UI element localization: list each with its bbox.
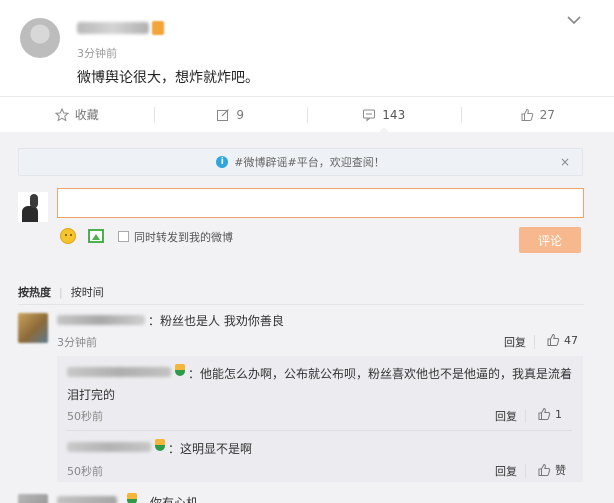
reply-like-count: 1	[555, 407, 562, 421]
reply-like-count: 赞	[555, 464, 566, 477]
reply-time: 50秒前	[67, 410, 103, 423]
thumbs-up-icon	[521, 108, 533, 121]
verified-badge-icon	[152, 21, 164, 35]
reply-text-continued: 泪打完的	[67, 388, 116, 402]
author-avatar[interactable]	[20, 18, 60, 58]
my-avatar	[18, 192, 48, 222]
comment-input[interactable]	[57, 188, 584, 218]
thumbs-up-icon	[538, 407, 551, 420]
image-icon[interactable]	[88, 229, 104, 243]
favorite-label: 收藏	[74, 108, 99, 122]
chevron-down-icon[interactable]	[566, 14, 582, 26]
reply-button[interactable]: 回复	[495, 408, 517, 424]
comment-icon	[363, 109, 376, 122]
comment-like-count: 47	[564, 333, 578, 347]
comment-panel: i #微博辟谣#平台，欢迎查阅！ × 同时转发到我的微博 评论 按热度 | 按时…	[0, 132, 614, 503]
comment-like-button[interactable]: 47	[546, 333, 578, 347]
fan-badge-icon	[155, 439, 165, 451]
repost-count: 9	[236, 107, 245, 122]
divider	[525, 409, 526, 423]
sort-separator: |	[59, 285, 63, 299]
reply-text: ：这明显不是啊	[168, 442, 253, 456]
reply-button[interactable]: 回复	[504, 334, 526, 350]
divider	[525, 464, 526, 478]
reply-time: 50秒前	[67, 465, 103, 478]
comment-text: ：粉丝也是人 我劝你善良	[148, 314, 284, 328]
commenter-name-blurred[interactable]	[57, 315, 145, 325]
rumor-notice-banner[interactable]: i #微博辟谣#平台，欢迎查阅！ ×	[18, 148, 583, 176]
replier-name-blurred[interactable]	[67, 367, 171, 377]
divider	[67, 430, 572, 431]
commenter-avatar[interactable]	[18, 313, 48, 343]
post-header: 3分钟前 微博舆论很大，想炸就炸吧。	[0, 0, 614, 96]
notice-text[interactable]: #微博辟谣#平台，欢迎查阅！	[234, 154, 384, 170]
reply-like-button[interactable]: 1	[537, 407, 562, 421]
close-icon[interactable]: ×	[560, 155, 570, 169]
post-time[interactable]: 3分钟前	[77, 45, 117, 61]
post-action-bar: 收藏 9 143 27	[0, 96, 614, 133]
comment-time: 3分钟前	[57, 336, 97, 349]
fan-badge-icon	[127, 493, 137, 503]
fan-badge-icon	[175, 364, 185, 376]
author-name-blurred[interactable]	[77, 22, 149, 34]
repost-checkbox[interactable]	[118, 231, 129, 242]
commenter-avatar[interactable]	[18, 494, 48, 503]
like-button[interactable]: 27	[460, 97, 614, 132]
post-text: 微博舆论很大，想炸就炸吧。	[77, 70, 259, 86]
emoji-icon[interactable]	[60, 228, 76, 244]
replier-name-blurred[interactable]	[67, 442, 151, 452]
comment-text: 你有心机	[150, 496, 199, 503]
divider	[534, 335, 535, 349]
star-icon	[54, 107, 69, 122]
favorite-button[interactable]: 收藏	[0, 97, 154, 132]
comment-button[interactable]: 143	[307, 97, 461, 133]
reply-button[interactable]: 回复	[495, 463, 517, 479]
sort-by-time-tab[interactable]: 按时间	[71, 284, 104, 300]
sort-bar: 按热度 | 按时间	[18, 284, 104, 300]
repost-checkbox-label[interactable]: 同时转发到我的微博	[134, 229, 233, 245]
info-icon: i	[216, 156, 229, 168]
divider	[18, 304, 584, 305]
commenter-name-blurred[interactable]	[57, 496, 117, 503]
edit-icon	[217, 108, 230, 121]
thumbs-up-icon	[547, 333, 560, 346]
reply-text: ：他能怎么办啊，公布就公布呗，粉丝喜欢他也不是他逼的，我真是流着	[188, 367, 573, 381]
comment-count: 143	[382, 107, 406, 122]
sort-by-hot-tab[interactable]: 按热度	[18, 284, 51, 300]
repost-button[interactable]: 9	[153, 97, 308, 132]
reply-like-button[interactable]: 赞	[537, 462, 566, 478]
like-count: 27	[539, 107, 555, 122]
thumbs-up-icon	[538, 463, 551, 476]
submit-comment-button[interactable]: 评论	[519, 227, 581, 253]
